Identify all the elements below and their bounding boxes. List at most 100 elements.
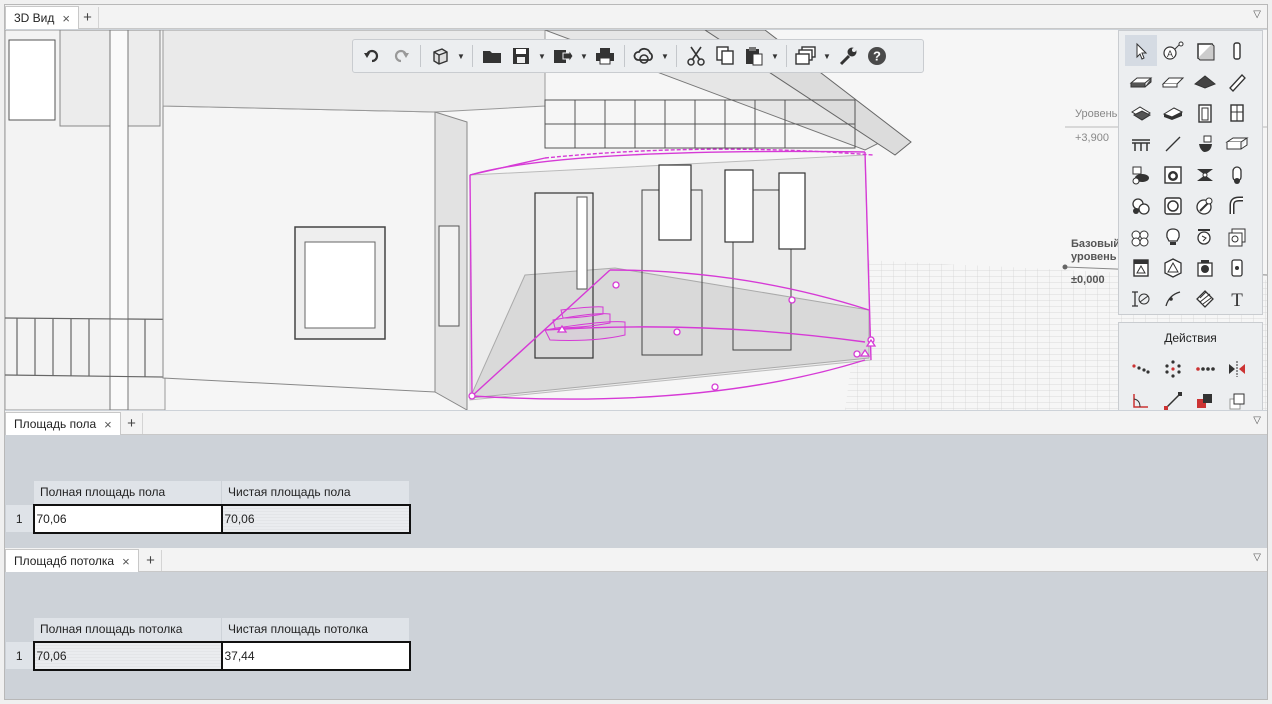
camera-icon[interactable] [1189,252,1221,283]
open-folder-icon[interactable] [479,43,505,69]
box-icon[interactable] [1221,221,1253,252]
object-palette: A T [1118,30,1263,315]
toilet-icon[interactable] [1189,128,1221,159]
table-cell[interactable]: 70,06 [220,503,411,534]
pipe-bend-icon[interactable] [1221,190,1253,221]
window-icon[interactable] [1221,97,1253,128]
column-icon[interactable] [1221,35,1253,66]
column-header[interactable]: Чистая площадь потолка [221,617,410,642]
help-glyph: ? [873,49,881,64]
beam-icon[interactable] [1221,66,1253,97]
save-dropdown[interactable]: ▼ [537,43,547,69]
offset-icon[interactable] [1189,385,1221,410]
central-window-glass [304,241,376,329]
cloud-sync-icon[interactable] [631,43,657,69]
sphere-icon[interactable] [1157,252,1189,283]
array-icon[interactable] [1157,353,1189,385]
sprinkler-icon[interactable] [1189,221,1221,252]
ramp-icon[interactable] [1157,97,1189,128]
pipe-icon[interactable] [1221,159,1253,190]
view-cube-dropdown[interactable]: ▼ [456,43,466,69]
annotation-icon[interactable]: A [1157,35,1189,66]
export-icon[interactable] [550,43,576,69]
close-icon[interactable]: × [62,11,70,26]
tab-ceiling-area[interactable]: Площадб потолка × [5,549,139,572]
panel-menu-icon[interactable]: ▽ [1253,415,1261,426]
table-row: 1 70,06 37,44 [5,640,411,671]
roof-icon[interactable] [1189,66,1221,97]
door-icon[interactable] [1189,97,1221,128]
save-icon[interactable] [508,43,534,69]
column-header[interactable]: Полная площадь пола [33,480,222,505]
copy-offset-icon[interactable] [1221,385,1253,410]
stair-icon[interactable] [1125,97,1157,128]
extend-icon[interactable] [1157,385,1189,410]
room-window-2 [724,169,754,243]
add-tab-button[interactable]: + [140,550,162,571]
text-icon[interactable]: T [1221,283,1253,314]
level-upper-mark: +3,900 [1075,132,1109,144]
valve-icon[interactable] [1125,190,1157,221]
sink-icon[interactable] [1125,159,1157,190]
table-header-row: Полная площадь потолка Чистая площадь по… [6,617,410,642]
panel-menu-icon[interactable]: ▽ [1253,552,1261,563]
paste-icon[interactable] [741,43,767,69]
column-header[interactable]: Полная площадь потолка [33,617,222,642]
tank-icon[interactable] [1157,190,1189,221]
undo-icon[interactable] [359,43,385,69]
tab-3d-view[interactable]: 3D Вид × [5,6,79,29]
add-tab-button[interactable]: + [77,7,99,28]
socket-icon[interactable] [1221,252,1253,283]
copy-icon[interactable] [712,43,738,69]
railing-icon[interactable] [1125,128,1157,159]
export-dropdown[interactable]: ▼ [579,43,589,69]
fan-icon[interactable] [1189,159,1221,190]
cut-icon[interactable] [683,43,709,69]
layers-dropdown[interactable]: ▼ [822,43,832,69]
duct-icon[interactable] [1221,128,1253,159]
mirror-icon[interactable] [1221,353,1253,385]
help-icon[interactable]: ? [864,43,890,69]
dimension-icon[interactable] [1125,283,1157,314]
print-icon[interactable] [592,43,618,69]
close-icon[interactable]: × [104,417,112,432]
redo-icon[interactable] [388,43,414,69]
washer-icon[interactable] [1157,159,1189,190]
curve-icon[interactable] [1157,283,1189,314]
wall-icon[interactable] [1189,35,1221,66]
select-pointer-icon[interactable] [1125,35,1157,66]
panel-icon[interactable] [1125,252,1157,283]
tab-floor-area-label: Площадь пола [14,417,97,431]
wrench-icon[interactable] [835,43,861,69]
table-row: 1 70,06 70,06 [5,503,411,534]
fitting-icon[interactable] [1189,190,1221,221]
linear-array-icon[interactable] [1189,353,1221,385]
paste-dropdown[interactable]: ▼ [770,43,780,69]
layers-icon[interactable] [793,43,819,69]
tab-floor-area[interactable]: Площадь пола × [5,412,121,435]
cloud-sync-dropdown[interactable]: ▼ [660,43,670,69]
table-cell[interactable]: 70,06 [32,503,223,534]
equipment-icon[interactable] [1125,221,1157,252]
close-icon[interactable]: × [122,554,130,569]
side-window [438,225,460,327]
3d-viewport[interactable]: Уровень +3,900 Базовый уровень ±0,000 ▼ [5,30,1267,410]
window-upper-left [8,39,56,121]
panel-menu-icon[interactable]: ▽ [1253,9,1261,20]
ceiling-icon[interactable] [1157,66,1189,97]
add-tab-button[interactable]: + [121,413,143,434]
toolbar-separator [472,45,473,67]
floor-area-table: Полная площадь пола Чистая площадь пола … [5,480,411,534]
hatch-icon[interactable] [1189,283,1221,314]
main-toolbar: ▼ ▼ ▼ ▼ ▼ ▼ ? [352,39,924,73]
floor-area-panel: Полная площадь пола Чистая площадь пола … [5,436,1267,548]
slab-icon[interactable] [1125,66,1157,97]
column-header[interactable]: Чистая площадь пола [221,480,410,505]
table-cell[interactable]: 70,06 [32,640,223,671]
lamp-icon[interactable] [1157,221,1189,252]
view-cube-icon[interactable] [427,43,453,69]
move-icon[interactable] [1125,353,1157,385]
table-cell[interactable]: 37,44 [220,640,411,671]
line-icon[interactable] [1157,128,1189,159]
angle-icon[interactable] [1125,385,1157,410]
